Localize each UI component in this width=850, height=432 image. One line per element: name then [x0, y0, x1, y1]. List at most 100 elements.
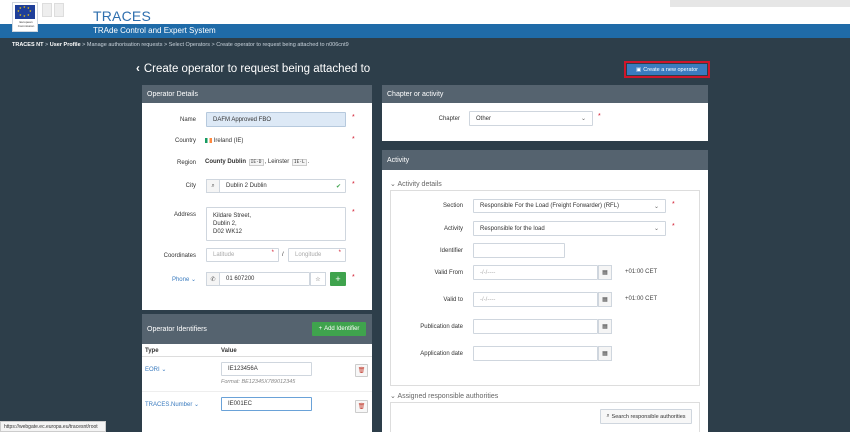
name-label: Name: [179, 117, 196, 123]
activity-select[interactable]: Responsible for the load ⌄: [473, 221, 666, 236]
activity-details-toggle[interactable]: ⌄ Activity details: [390, 180, 442, 188]
required-marker: *: [672, 201, 675, 208]
chapter-panel: Chapter or activity Chapter Other ⌄ *: [382, 85, 708, 141]
col-value-header: Value: [221, 348, 237, 354]
required-marker: *: [598, 113, 601, 120]
chapter-header: Chapter or activity: [382, 85, 708, 103]
eu-flag-icon: ★ ★ ★ ★ ★ ★ ★ ★: [15, 5, 35, 19]
chevron-down-icon: ⌄: [161, 367, 167, 373]
calendar-icon[interactable]: ▦: [598, 292, 612, 307]
delete-identifier-button[interactable]: 🗑: [355, 364, 368, 377]
valid-from-label: Valid From: [434, 270, 463, 276]
latitude-placeholder: Latitude: [213, 252, 235, 258]
activity-title: Activity: [387, 156, 410, 164]
chapter-select[interactable]: Other ⌄: [469, 111, 593, 126]
back-chevron-icon[interactable]: ‹: [136, 63, 140, 75]
breadcrumb-current: Create operator to request being attache…: [216, 42, 349, 48]
building-icon: ▣: [636, 66, 642, 73]
city-input[interactable]: Dublin 2 Dublin ✔: [219, 179, 346, 193]
calendar-icon[interactable]: ▦: [598, 346, 612, 361]
latitude-input[interactable]: Latitude *: [206, 248, 279, 262]
section-value: Responsible For the Load (Freight Forwar…: [480, 203, 620, 209]
phone-label: Phone: [171, 277, 190, 283]
add-identifier-button[interactable]: + Add Identifier: [312, 322, 366, 336]
identifier-type: EORI: [145, 367, 160, 373]
application-date-input[interactable]: [473, 346, 598, 361]
required-marker: *: [352, 209, 355, 216]
chevron-down-icon: ⌄: [390, 181, 396, 188]
authorities-toggle[interactable]: ⌄ Assigned responsible authorities: [390, 392, 498, 400]
create-operator-button[interactable]: ▣ Create a new operator: [627, 64, 707, 75]
logo-placeholder: [42, 3, 52, 17]
breadcrumb-root[interactable]: TRACES NT: [12, 42, 43, 48]
add-phone-button[interactable]: +: [330, 272, 346, 286]
section-select[interactable]: Responsible For the Load (Freight Forwar…: [473, 199, 666, 213]
address-line: Kildare Street,: [213, 213, 252, 219]
valid-from-placeholder: -/-/----: [480, 269, 496, 276]
chevron-down-icon: ⌄: [653, 226, 659, 232]
valid-from-input[interactable]: -/-/----: [473, 265, 598, 280]
operator-details-title: Operator Details: [147, 90, 198, 98]
page-title: ‹ Create operator to request being attach…: [136, 63, 370, 75]
calendar-icon[interactable]: ▦: [598, 319, 612, 334]
region-label: Region: [176, 160, 196, 166]
operator-details-header: Operator Details: [142, 85, 372, 103]
region-county-code: IE-D: [248, 159, 264, 166]
coordinates-label: Coordinates: [163, 253, 196, 259]
required-marker: *: [338, 250, 341, 256]
search-icon: ⌕: [606, 413, 610, 419]
search-authorities-button[interactable]: ⌕ Search responsible authorities: [600, 409, 692, 424]
address-textarea[interactable]: Kildare Street, Dublin 2, D02 WK12: [206, 207, 346, 241]
star-icon[interactable]: ☆: [310, 272, 326, 286]
ec-logo[interactable]: ★ ★ ★ ★ ★ ★ ★ ★ European Commission: [12, 2, 38, 32]
activity-header: Activity: [382, 150, 708, 170]
required-marker: *: [352, 274, 355, 281]
app-title[interactable]: TRACES: [93, 8, 151, 24]
chapter-label: Chapter: [438, 116, 460, 122]
identifier-label: Identifier: [439, 248, 463, 254]
required-marker: *: [672, 223, 675, 230]
breadcrumb-item[interactable]: User Profile: [50, 42, 81, 48]
publication-date-input[interactable]: [473, 319, 598, 334]
ec-caption: European Commission: [17, 20, 35, 28]
identifier-type-dropdown[interactable]: TRACES.Number ⌄: [145, 401, 199, 408]
application-date-label: Application date: [420, 351, 463, 357]
coordinate-separator: /: [282, 252, 284, 258]
country-text: Ireland (IE): [213, 138, 244, 145]
chevron-down-icon: ⌄: [390, 393, 396, 400]
logo-placeholder: [54, 3, 64, 17]
activity-label: Activity: [443, 226, 463, 232]
authorities-title: Assigned responsible authorities: [397, 393, 499, 400]
identifier-value-input[interactable]: IE001EC: [221, 397, 312, 411]
calendar-icon[interactable]: ▦: [598, 265, 612, 280]
status-bar-url: https://webgate.ec.europa.eu/tracesnt/ro…: [0, 421, 106, 432]
breadcrumb-item[interactable]: Select Operators: [169, 42, 210, 48]
breadcrumb-item[interactable]: Manage authorisation requests: [87, 42, 163, 48]
page-title-text: Create operator to request being attache…: [143, 63, 371, 75]
ireland-flag-icon: [205, 138, 212, 143]
activity-value: Responsible for the load: [480, 225, 545, 232]
phone-input[interactable]: 01 607200: [219, 272, 310, 286]
identifier-input[interactable]: [473, 243, 565, 258]
region-province-code: IE-L: [291, 159, 307, 166]
country-value[interactable]: Ireland (IE): [205, 138, 243, 144]
valid-to-label: Valid to: [443, 297, 463, 303]
required-marker: *: [352, 181, 355, 188]
breadcrumb: TRACES NT > User Profile > Manage author…: [0, 38, 850, 54]
create-operator-label: Create a new operator: [643, 66, 698, 73]
name-input[interactable]: DAFM Approved FBO: [206, 112, 346, 127]
phone-type-dropdown[interactable]: Phone ⌄: [142, 276, 196, 283]
region-province: Leinster: [267, 159, 290, 165]
table-divider: [142, 356, 372, 357]
activity-details-title: Activity details: [397, 181, 442, 188]
valid-to-timezone: +01:00 CET: [625, 296, 658, 302]
publication-date-label: Publication date: [420, 324, 463, 330]
delete-identifier-button[interactable]: 🗑: [355, 400, 368, 413]
section-label: Section: [442, 203, 463, 209]
identifier-value-input[interactable]: IE123456A: [221, 362, 312, 376]
identifier-type-dropdown[interactable]: EORI ⌄: [145, 366, 166, 373]
longitude-input[interactable]: Longitude *: [288, 248, 346, 262]
trash-icon: 🗑: [357, 404, 366, 410]
operator-details-panel: Operator Details Name DAFM Approved FBO …: [142, 85, 372, 310]
valid-to-input[interactable]: -/-/----: [473, 292, 598, 307]
